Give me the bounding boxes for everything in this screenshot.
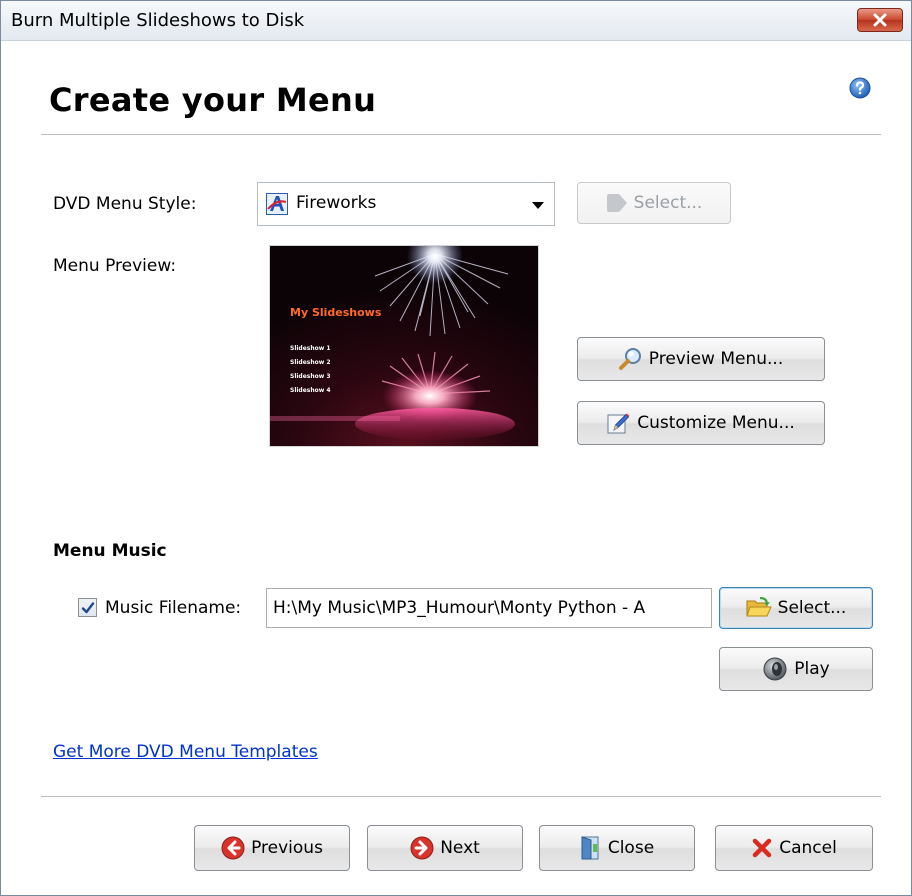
preview-menu-item-4: Slideshow 4 xyxy=(290,387,331,394)
edit-pencil-icon xyxy=(607,413,630,434)
magnifier-icon xyxy=(618,348,641,370)
music-select-label: Select... xyxy=(777,598,847,618)
menu-style-select-button[interactable]: Select... xyxy=(577,182,731,224)
cancel-x-icon xyxy=(752,838,772,858)
customize-menu-button[interactable]: Customize Menu... xyxy=(577,401,825,445)
menu-style-dropdown[interactable]: Fireworks xyxy=(257,182,555,226)
title-bar: Burn Multiple Slideshows to Disk xyxy=(1,1,911,41)
fireworks-preview-graphic: My Slideshows Slideshow 1 Slideshow 2 Sl… xyxy=(270,246,538,446)
open-folder-icon xyxy=(745,597,772,617)
chevron-down-icon xyxy=(532,202,544,209)
checkmark-icon xyxy=(81,602,95,614)
preview-menu-button[interactable]: Preview Menu... xyxy=(577,337,825,381)
music-play-button[interactable]: Play xyxy=(719,647,873,691)
arrow-right-icon xyxy=(410,836,434,860)
footer-separator xyxy=(41,796,881,797)
previous-button[interactable]: Previous xyxy=(194,825,350,871)
music-play-label: Play xyxy=(794,659,830,679)
close-x-icon xyxy=(873,13,887,27)
menu-preview-image: My Slideshows Slideshow 1 Slideshow 2 Sl… xyxy=(269,245,539,447)
preview-menu-label: Preview Menu... xyxy=(648,349,784,369)
menu-style-icon xyxy=(266,193,288,215)
music-enabled-checkbox[interactable] xyxy=(78,598,97,617)
window-title: Burn Multiple Slideshows to Disk xyxy=(11,10,305,31)
menu-preview-label: Menu Preview: xyxy=(53,256,177,276)
next-label: Next xyxy=(440,838,480,858)
header-separator xyxy=(41,134,881,135)
music-select-button[interactable]: Select... xyxy=(719,587,873,629)
more-templates-link[interactable]: Get More DVD Menu Templates xyxy=(53,742,318,762)
window-close-button[interactable] xyxy=(857,8,903,32)
menu-style-value: Fireworks xyxy=(296,193,377,213)
template-tag-icon xyxy=(606,194,627,212)
speaker-icon xyxy=(763,657,787,681)
music-filename-field[interactable]: H:\My Music\MP3_Humour\Monty Python - A xyxy=(266,588,712,628)
menu-music-heading: Menu Music xyxy=(53,541,167,561)
cancel-label: Cancel xyxy=(779,838,837,858)
music-filename-value: H:\My Music\MP3_Humour\Monty Python - A xyxy=(273,598,646,618)
customize-menu-label: Customize Menu... xyxy=(637,413,795,433)
next-button[interactable]: Next xyxy=(367,825,523,871)
preview-menu-item-2: Slideshow 2 xyxy=(290,359,331,366)
preview-menu-title: My Slideshows xyxy=(290,306,382,319)
menu-style-label: DVD Menu Style: xyxy=(53,194,197,214)
help-question-icon[interactable] xyxy=(849,77,871,99)
preview-menu-item-3: Slideshow 3 xyxy=(290,373,331,380)
cancel-button[interactable]: Cancel xyxy=(715,825,873,871)
preview-menu-item-1: Slideshow 1 xyxy=(290,345,331,352)
music-filename-label: Music Filename: xyxy=(105,598,242,618)
arrow-left-icon xyxy=(221,836,245,860)
door-exit-icon xyxy=(581,836,599,860)
menu-style-select-label: Select... xyxy=(633,193,703,213)
dialog-window: Burn Multiple Slideshows to Disk Create … xyxy=(0,0,912,896)
close-button[interactable]: Close xyxy=(539,825,695,871)
page-title: Create your Menu xyxy=(49,81,377,119)
close-label: Close xyxy=(607,838,655,858)
previous-label: Previous xyxy=(251,838,323,858)
